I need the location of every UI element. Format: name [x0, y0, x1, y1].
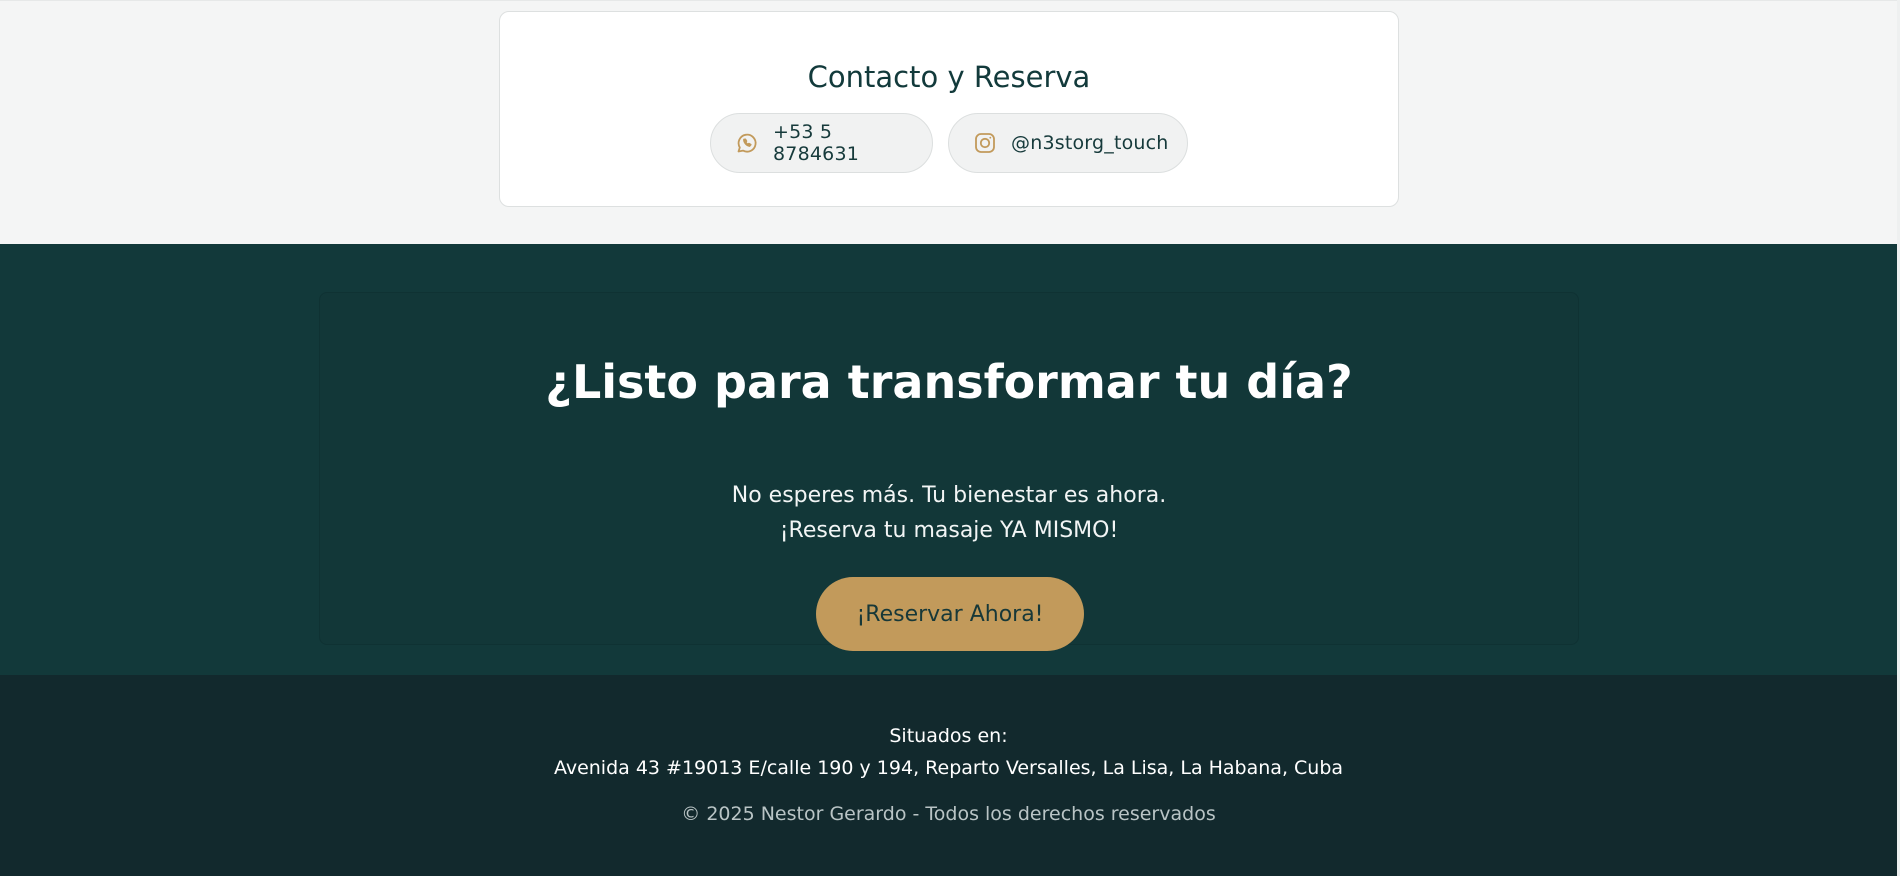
book-now-button[interactable]: ¡Reservar Ahora!: [816, 577, 1084, 651]
contact-card: Contacto y Reserva +53 5 8784631 @n3stor…: [499, 11, 1399, 207]
whatsapp-icon: [735, 130, 759, 156]
cta-subtitle-line-1: No esperes más. Tu bienestar es ahora.: [731, 483, 1167, 508]
whatsapp-button[interactable]: +53 5 8784631: [710, 113, 933, 173]
cta-subtitle-line-2: ¡Reserva tu masaje YA MISMO!: [779, 518, 1119, 543]
footer-copyright: © 2025 Nestor Gerardo - Todos los derech…: [681, 803, 1216, 825]
cta-title: ¿Listo para transformar tu día?: [545, 355, 1353, 409]
instagram-icon: [973, 130, 997, 156]
cta-section: ¿Listo para transformar tu día? No esper…: [0, 244, 1897, 675]
instagram-button[interactable]: @n3storg_touch: [948, 113, 1188, 173]
contact-section: Contacto y Reserva +53 5 8784631 @n3stor…: [0, 0, 1897, 244]
footer-address: Avenida 43 #19013 E/calle 190 y 194, Rep…: [553, 757, 1344, 779]
footer-location-label: Situados en:: [889, 725, 1008, 747]
cta-card: ¿Listo para transformar tu día? No esper…: [319, 292, 1579, 651]
instagram-label: @n3storg_touch: [1011, 132, 1169, 154]
contact-title: Contacto y Reserva: [807, 60, 1091, 94]
whatsapp-label: +53 5 8784631: [773, 121, 860, 165]
page: Contacto y Reserva +53 5 8784631 @n3stor…: [0, 0, 1900, 876]
footer: Situados en: Avenida 43 #19013 E/calle 1…: [0, 675, 1897, 876]
